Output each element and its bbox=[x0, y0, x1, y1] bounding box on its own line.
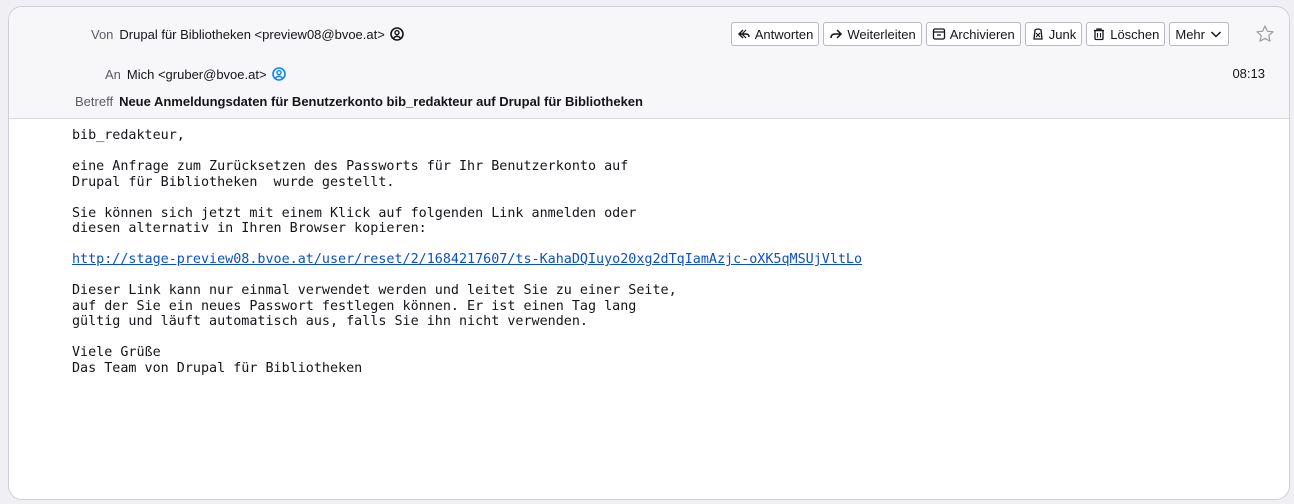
closing-line: Viele Grüße bbox=[72, 345, 161, 360]
paragraph-line: diesen alternativ in Ihren Browser kopie… bbox=[72, 221, 427, 236]
archive-icon bbox=[932, 28, 945, 40]
paragraph-line: gültig und läuft automatisch aus, falls … bbox=[72, 314, 588, 329]
reset-link[interactable]: http://stage-preview08.bvoe.at/user/rese… bbox=[72, 252, 862, 267]
trash-icon bbox=[1094, 28, 1105, 41]
more-label: Mehr bbox=[1175, 26, 1205, 42]
archive-label: Archivieren bbox=[949, 26, 1015, 42]
archive-button[interactable]: Archivieren bbox=[925, 22, 1021, 46]
to-address[interactable]: Mich <gruber@bvoe.at> bbox=[127, 67, 267, 82]
subject-text: Neue Anmeldungsdaten für Benutzerkonto b… bbox=[119, 93, 643, 109]
star-icon[interactable] bbox=[1255, 24, 1275, 44]
to-row: An Mich <gruber@bvoe.at> bbox=[105, 64, 286, 84]
to-label: An bbox=[105, 66, 121, 82]
from-label: Von bbox=[91, 26, 114, 42]
contact-icon[interactable] bbox=[271, 67, 286, 81]
subject-label: Betreff bbox=[75, 93, 114, 109]
delete-button[interactable]: Löschen bbox=[1086, 22, 1166, 46]
forward-icon bbox=[830, 29, 843, 39]
junk-icon bbox=[1033, 28, 1043, 40]
paragraph-line: Drupal für Bibliotheken wurde gestellt. bbox=[72, 174, 395, 190]
from-address[interactable]: Drupal für Bibliotheken <preview08@bvoe.… bbox=[119, 27, 384, 42]
add-contact-icon[interactable] bbox=[390, 27, 404, 41]
message-toolbar: Antworten Weiterleiten Archivieren Junk … bbox=[730, 22, 1229, 46]
junk-label: Junk bbox=[1048, 26, 1077, 42]
forward-button[interactable]: Weiterleiten bbox=[823, 22, 922, 46]
more-button[interactable]: Mehr bbox=[1169, 22, 1229, 46]
paragraph-line: auf der Sie ein neues Passwort festlegen… bbox=[72, 298, 637, 314]
from-row: Von Drupal für Bibliotheken <preview08@b… bbox=[91, 24, 404, 44]
paragraph-line: Sie können sich jetzt mit einem Klick au… bbox=[72, 205, 637, 221]
message-header: Von Drupal für Bibliotheken <preview08@b… bbox=[9, 7, 1289, 119]
delete-label: Löschen bbox=[1110, 26, 1160, 42]
greeting-text: bib_redakteur, bbox=[72, 128, 185, 143]
message-pane: Von Drupal für Bibliotheken <preview08@b… bbox=[8, 6, 1290, 500]
paragraph-line: eine Anfrage zum Zurücksetzen des Passwo… bbox=[72, 159, 629, 174]
reply-icon bbox=[737, 29, 750, 39]
reply-button[interactable]: Antworten bbox=[730, 22, 820, 46]
subject-row: Betreff Neue Anmeldungsdaten für Benutze… bbox=[75, 91, 643, 111]
chevron-down-icon bbox=[1210, 31, 1222, 38]
closing-line: Das Team von Drupal für Bibliotheken bbox=[72, 360, 363, 376]
paragraph-line: Dieser Link kann nur einmal verwendet we… bbox=[72, 283, 677, 298]
message-body: bib_redakteur, eine Anfrage zum Zurückse… bbox=[72, 128, 1269, 392]
junk-button[interactable]: Junk bbox=[1024, 22, 1083, 46]
reply-label: Antworten bbox=[754, 26, 814, 42]
forward-label: Weiterleiten bbox=[847, 26, 916, 42]
message-time: 08:13 bbox=[1232, 66, 1265, 81]
